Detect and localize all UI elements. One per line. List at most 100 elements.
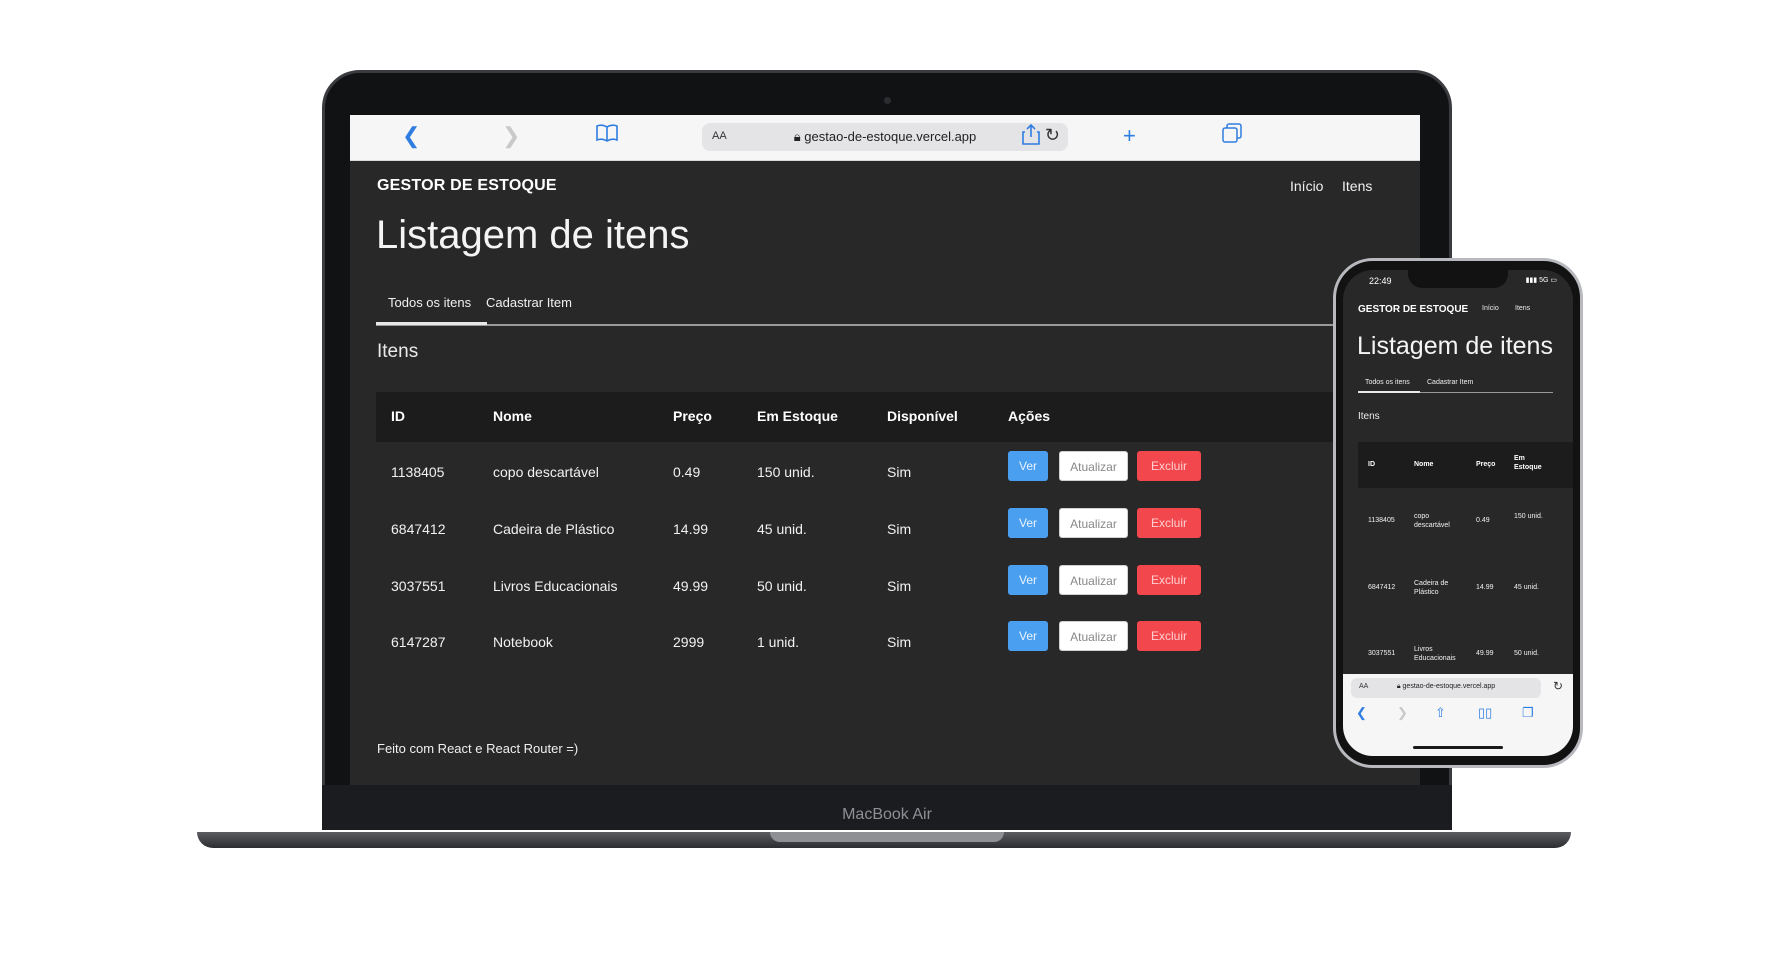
cell-nome: Cadeira de Plástico (493, 521, 615, 537)
excluir-button[interactable]: Excluir (1137, 565, 1201, 595)
excluir-button[interactable]: Excluir (1137, 451, 1201, 481)
phone-active-tab-indicator (1358, 391, 1420, 393)
phone-nav-link-itens[interactable]: Itens (1515, 305, 1530, 312)
tab-todos-os-itens[interactable]: Todos os itens (388, 295, 471, 310)
phone-brand-logo[interactable]: GESTOR DE ESTOQUE (1358, 304, 1468, 315)
excluir-button[interactable]: Excluir (1137, 508, 1201, 538)
cell-disponivel: Sim (887, 464, 912, 480)
nav-link-itens[interactable]: Itens (1342, 178, 1372, 194)
column-header-id: ID (391, 408, 405, 424)
phone-cell-preco: 49.99 (1476, 650, 1494, 657)
cell-disponivel: Sim (887, 634, 912, 650)
tabs-icon[interactable] (1222, 123, 1242, 149)
atualizar-button[interactable]: Atualizar (1059, 451, 1128, 481)
phone-page-title: Listagem de itens (1357, 332, 1553, 360)
plus-icon[interactable]: + (1123, 123, 1136, 149)
phone-address-bar[interactable]: AA 🔒︎ gestao-de-estoque.vercel.app ↻ (1351, 678, 1563, 698)
phone-notch (1408, 268, 1508, 288)
cell-disponivel: Sim (887, 521, 912, 537)
phone-cell-nome: Cadeira de Plástico (1414, 580, 1449, 596)
column-header-disponivel: Disponível (887, 408, 958, 424)
laptop-notch (770, 832, 1004, 842)
status-indicators: ▮▮▮ 5G ▭ (1525, 277, 1557, 284)
phone-share-icon[interactable]: ⇧ (1435, 705, 1446, 721)
phone-column-header-nome: Nome (1414, 461, 1434, 468)
cell-estoque: 45 unid. (757, 521, 807, 537)
ver-button[interactable]: Ver (1008, 565, 1048, 595)
phone-lock-icon: 🔒︎ (1396, 683, 1401, 690)
cell-disponivel: Sim (887, 578, 912, 594)
chevron-right-icon[interactable]: ❯ (502, 123, 520, 149)
cell-id: 6847412 (391, 521, 446, 537)
url-text: gestao-de-estoque.vercel.app (804, 129, 977, 144)
lock-icon: 🔒︎ (793, 129, 801, 144)
section-title: Itens (377, 341, 419, 362)
cell-nome: Notebook (493, 634, 553, 650)
home-indicator (1413, 746, 1503, 749)
phone-table-row: 3037551 Livros Educacionais 49.99 50 uni… (1358, 622, 1573, 682)
ver-button[interactable]: Ver (1008, 451, 1048, 481)
phone-cell-preco: 14.99 (1476, 584, 1494, 591)
address-bar[interactable]: AA 🔒︎ gestao-de-estoque.vercel.app ↻ (702, 123, 1068, 151)
phone-column-header-id: ID (1368, 461, 1375, 468)
status-time: 22:49 (1369, 276, 1392, 286)
phone-reload-icon[interactable]: ↻ (1553, 679, 1563, 693)
atualizar-button[interactable]: Atualizar (1059, 508, 1128, 538)
phone-tab-todos-os-itens[interactable]: Todos os itens (1365, 379, 1410, 386)
phone-column-header-preco: Preço (1476, 461, 1496, 468)
cell-nome: copo descartável (493, 464, 599, 480)
phone-cell-nome: Livros Educacionais (1414, 646, 1456, 662)
phone-screen: 22:49 ▮▮▮ 5G ▭ GESTOR DE ESTOQUE Início … (1343, 270, 1573, 756)
laptop-screen: ❮ ❯ AA 🔒︎ gestao-de-estoque.vercel.app ↻… (350, 115, 1420, 785)
phone-url-text: gestao-de-estoque.vercel.app (1402, 683, 1496, 690)
phone-cell-id: 3037551 (1368, 650, 1396, 657)
ver-button[interactable]: Ver (1008, 508, 1048, 538)
cell-estoque: 1 unid. (757, 634, 800, 650)
phone-cell-estoque: 50 unid. (1514, 650, 1539, 657)
atualizar-button[interactable]: Atualizar (1059, 565, 1128, 595)
tab-cadastrar-item[interactable]: Cadastrar Item (486, 295, 572, 310)
cell-id: 1138405 (391, 464, 445, 480)
cell-id: 3037551 (391, 578, 446, 594)
phone-book-icon[interactable]: ▯▯ (1478, 705, 1492, 721)
phone-chevron-left-icon[interactable]: ❮ (1356, 705, 1367, 721)
share-icon[interactable] (1022, 123, 1040, 151)
phone-section-title: Itens (1358, 411, 1380, 422)
phone-column-header-estoque: Em Estoque (1514, 455, 1542, 471)
cell-preco: 14.99 (673, 521, 709, 537)
cell-id: 6147287 (391, 634, 446, 650)
cell-preco: 0.49 (673, 464, 701, 480)
phone-cell-id: 6847412 (1368, 584, 1396, 591)
phone-chevron-right-icon[interactable]: ❯ (1397, 705, 1408, 721)
phone-nav-link-inicio[interactable]: Início (1482, 305, 1499, 312)
phone-table-header: ID Nome Preço Em Estoque (1358, 442, 1573, 488)
phone-cell-id: 1138405 (1368, 517, 1395, 524)
column-header-nome: Nome (493, 408, 532, 424)
phone-cell-nome: copo descartável (1414, 513, 1450, 529)
browser-toolbar: ❮ ❯ AA 🔒︎ gestao-de-estoque.vercel.app ↻… (350, 115, 1420, 161)
phone-tabs-icon[interactable]: ❐ (1522, 705, 1534, 721)
phone-app-root: 22:49 ▮▮▮ 5G ▭ GESTOR DE ESTOQUE Início … (1343, 270, 1573, 756)
brand-logo[interactable]: GESTOR DE ESTOQUE (377, 177, 557, 195)
phone-tab-cadastrar-item[interactable]: Cadastrar Item (1427, 379, 1473, 386)
book-icon[interactable] (596, 123, 618, 149)
table-row: 6147287 Notebook 2999 1 unid. Sim Ver At… (376, 612, 1376, 676)
phone-table-row: 6847412 Cadeira de Plástico 14.99 45 uni… (1358, 556, 1573, 616)
excluir-button[interactable]: Excluir (1137, 621, 1201, 651)
camera-dot (884, 97, 891, 104)
phone-cell-estoque: 150 unid. (1514, 513, 1543, 520)
cell-estoque: 50 unid. (757, 578, 807, 594)
reload-icon[interactable]: ↻ (1045, 125, 1060, 146)
atualizar-button[interactable]: Atualizar (1059, 621, 1128, 651)
table-row: 3037551 Livros Educacionais 49.99 50 uni… (376, 556, 1376, 620)
chevron-left-icon[interactable]: ❮ (402, 123, 420, 149)
table-row: 6847412 Cadeira de Plástico 14.99 45 uni… (376, 499, 1376, 563)
nav-link-inicio[interactable]: Início (1290, 178, 1323, 194)
cell-nome: Livros Educacionais (493, 578, 618, 594)
ver-button[interactable]: Ver (1008, 621, 1048, 651)
cell-estoque: 150 unid. (757, 464, 815, 480)
cell-preco: 2999 (673, 634, 705, 650)
phone-tab-bar: Todos os itens Cadastrar Item (1358, 372, 1553, 393)
tab-bar: Todos os itens Cadastrar Item (376, 281, 1376, 326)
column-header-estoque: Em Estoque (757, 408, 838, 424)
